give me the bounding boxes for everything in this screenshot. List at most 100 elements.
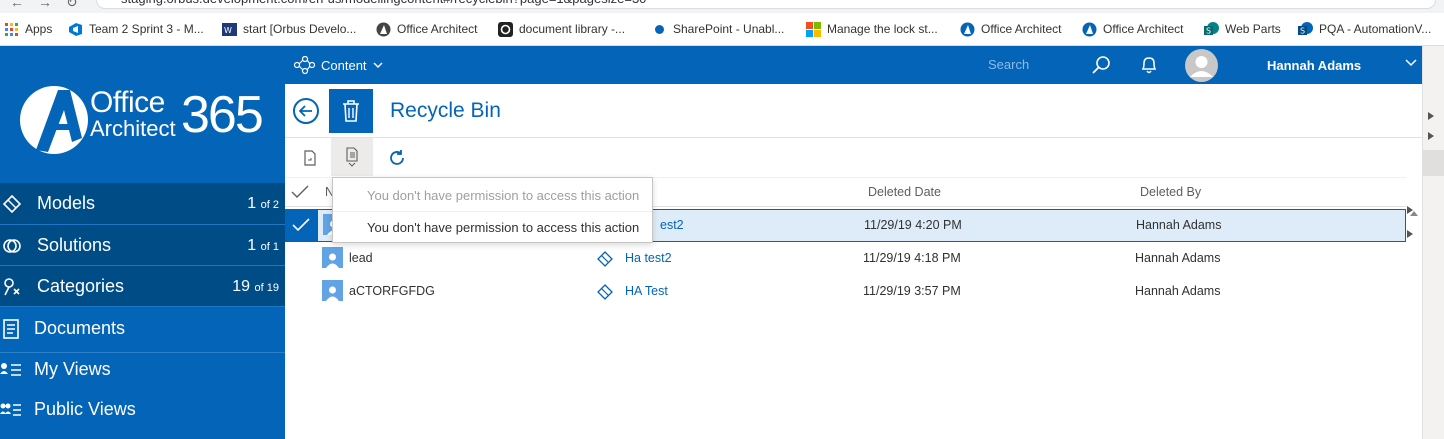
github-icon	[498, 21, 513, 37]
svg-text:W: W	[224, 26, 232, 35]
logo-text-architect: Architect	[90, 116, 176, 141]
sidebar-item-label: Public Views	[34, 399, 136, 419]
left-sidebar: Office Architect 365 Models 1 of 2 Solut…	[0, 46, 285, 439]
row-category-link[interactable]: est2	[660, 218, 684, 232]
avatar[interactable]	[1185, 49, 1218, 82]
restore-document-icon	[304, 150, 316, 166]
back-button[interactable]	[293, 98, 319, 124]
bookmark-office-architect-1[interactable]: Office Architect	[376, 20, 477, 38]
sidebar-item-label: Documents	[34, 318, 126, 338]
row-name[interactable]: lead	[349, 251, 373, 265]
svg-text:S: S	[1300, 26, 1305, 35]
tooltip-text: You don't have permission to access this…	[367, 220, 640, 235]
bookmark-label: Office Architect	[981, 22, 1062, 36]
microsoft-icon	[806, 21, 821, 37]
recycle-bin-badge	[329, 89, 373, 133]
bookmark-document-library[interactable]: document library -...	[498, 20, 625, 38]
select-all-checkmark-icon[interactable]	[291, 185, 309, 199]
bookmark-sharepoint-unable[interactable]: SharePoint - Unabl...	[652, 20, 784, 38]
sidebar-item-solutions[interactable]: Solutions 1 of 1	[0, 225, 285, 266]
bookmark-label: start [Orbus Develo...	[243, 22, 357, 36]
bell-icon[interactable]	[1140, 55, 1158, 75]
right-edge-panel	[1407, 46, 1444, 439]
search-icon[interactable]	[1091, 55, 1111, 75]
divider	[0, 306, 285, 307]
category-diamond-icon	[597, 284, 613, 300]
tooltip-disabled-text: You don't have permission to access this…	[367, 188, 640, 203]
bookmarks-bar: Apps Team 2 Sprint 3 - M... W start [Orb…	[0, 13, 1444, 46]
sharepoint-icon: S	[1298, 21, 1313, 37]
scrollbar-thumb[interactable]	[1423, 150, 1444, 176]
models-icon	[1, 193, 23, 215]
delete-document-icon	[346, 147, 358, 167]
search-input[interactable]: Search	[988, 57, 1029, 72]
apps-grid-icon	[4, 22, 19, 37]
divider	[333, 211, 652, 212]
bookmark-office-architect-2[interactable]: Office Architect	[960, 20, 1061, 38]
category-diamond-icon	[597, 251, 613, 267]
row-deleted-date: 11/29/19 4:20 PM	[864, 218, 962, 232]
table-row[interactable]: aCTORFGFDG HA Test 11/29/19 3:57 PM Hann…	[285, 275, 1406, 308]
bookmark-apps[interactable]: Apps	[4, 20, 52, 38]
row-category-link[interactable]: Ha test2	[625, 251, 672, 265]
row-name[interactable]: aCTORFGFDG	[349, 284, 435, 298]
bookmark-team-sprint[interactable]: Team 2 Sprint 3 - M...	[68, 20, 204, 38]
page-header: Recycle Bin	[285, 84, 1422, 138]
azure-devops-icon	[68, 22, 83, 37]
address-bar[interactable]: staging.orbus.development.com/en-us/mode…	[96, 0, 1436, 9]
bookmark-start-orbus[interactable]: W start [Orbus Develo...	[222, 20, 356, 38]
column-header-deleted-by[interactable]: Deleted By	[1140, 185, 1201, 199]
refresh-icon	[390, 150, 404, 165]
forward-arrow-icon[interactable]: →	[38, 0, 52, 10]
bookmark-manage-lock[interactable]: Manage the lock st...	[806, 20, 938, 38]
vertical-scrollbar[interactable]	[1406, 207, 1422, 439]
content-menu[interactable]: Content	[293, 56, 383, 74]
office-architect-365-logo[interactable]: Office Architect 365	[18, 80, 264, 160]
sidebar-item-models[interactable]: Models 1 of 2	[0, 183, 285, 224]
delete-permanently-button[interactable]	[331, 138, 373, 176]
command-toolbar	[285, 138, 1422, 176]
bookmark-label: SharePoint - Unabl...	[673, 22, 785, 36]
office-architect-icon	[376, 22, 391, 37]
logo-text-office: Office	[90, 86, 165, 119]
expand-arrow-icon[interactable]	[1428, 112, 1434, 120]
content-menu-label: Content	[321, 57, 367, 73]
reload-icon[interactable]: ↻	[66, 0, 78, 11]
bookmark-label: Apps	[25, 22, 53, 36]
row-deleted-date: 11/29/19 3:57 PM	[863, 284, 961, 298]
sidebar-item-categories[interactable]: Categories 19 of 19	[0, 266, 285, 307]
solutions-icon	[1, 235, 23, 257]
row-deleted-date: 11/29/19 4:18 PM	[863, 251, 961, 265]
sidebar-item-label: Solutions	[37, 235, 112, 255]
restore-button[interactable]	[297, 145, 323, 171]
expand-arrow-icon[interactable]	[1407, 230, 1413, 238]
sidebar-item-label: My Views	[34, 359, 111, 379]
expand-arrow-icon[interactable]	[1407, 206, 1413, 214]
sharepoint-icon: S	[1204, 21, 1219, 37]
bookmark-label: Office Architect	[397, 22, 478, 36]
row-category-link[interactable]: HA Test	[625, 284, 668, 298]
expand-arrow-icon[interactable]	[1428, 132, 1434, 140]
count-value: 1	[247, 236, 257, 254]
count-value: 1	[247, 194, 257, 212]
my-views-icon	[0, 359, 22, 381]
bookmark-office-architect-3[interactable]: Office Architect	[1082, 20, 1183, 38]
content-network-icon	[293, 56, 315, 74]
bookmark-label: Office Architect	[1103, 22, 1184, 36]
public-views-icon	[0, 399, 22, 421]
count-value: 19	[232, 277, 251, 295]
bookmark-web-parts[interactable]: S Web Parts	[1204, 20, 1281, 38]
top-header-bar: Content Search Hannah Adams	[285, 46, 1422, 84]
bookmark-pqa-automation[interactable]: S PQA - AutomationV...	[1298, 20, 1431, 38]
refresh-button[interactable]	[384, 145, 410, 171]
sidebar-item-documents[interactable]: Documents	[0, 308, 285, 349]
back-arrow-icon[interactable]: ←	[10, 0, 24, 10]
categories-icon	[1, 276, 23, 298]
chevron-down-icon[interactable]	[1405, 59, 1417, 67]
user-name[interactable]: Hannah Adams	[1267, 58, 1361, 73]
table-row[interactable]: lead Ha test2 11/29/19 4:18 PM Hannah Ad…	[285, 242, 1406, 275]
sidebar-item-my-views[interactable]: My Views	[0, 349, 285, 390]
row-checkbox[interactable]	[285, 209, 318, 242]
sidebar-item-public-views[interactable]: Public Views	[0, 389, 285, 430]
column-header-deleted-date[interactable]: Deleted Date	[868, 185, 941, 199]
